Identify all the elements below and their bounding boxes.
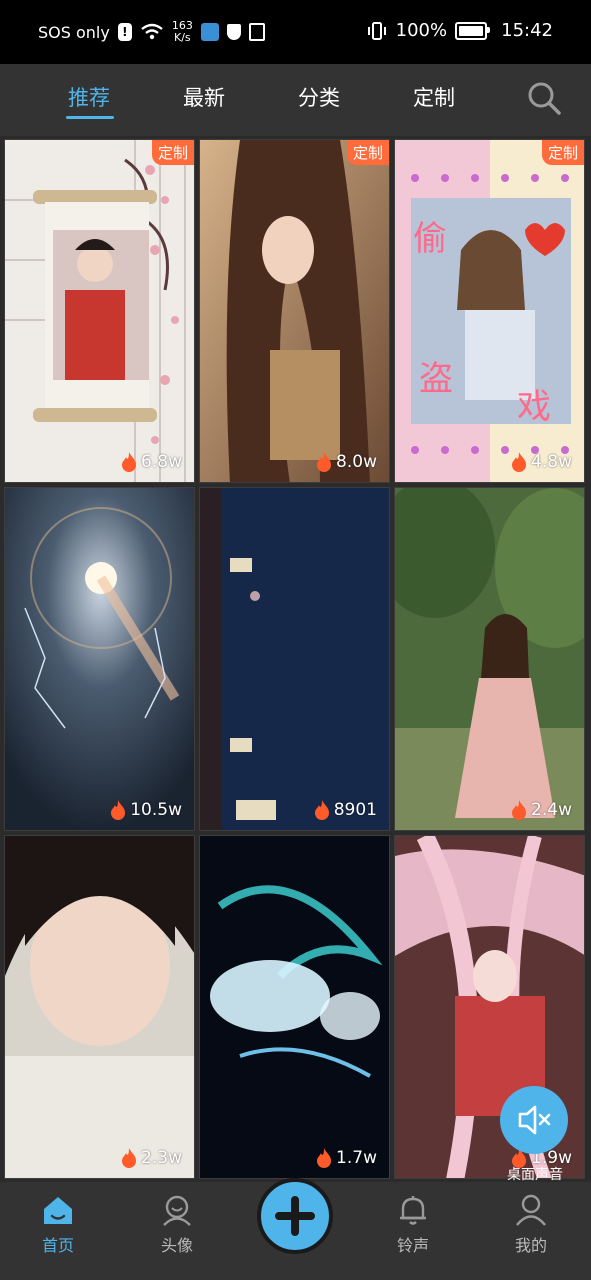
top-tab-bar: 推荐 最新 分类 定制: [0, 64, 591, 136]
nav-mine[interactable]: 我的: [491, 1194, 571, 1256]
flame-icon: [512, 800, 527, 820]
tab-recommend[interactable]: 推荐: [68, 82, 110, 112]
app-notification-icon: [200, 23, 219, 41]
wallpaper-grid: 定制 6.8w 定制 8.0w 偷 盗 戏 定制 4.8w 10.5w 8901…: [4, 139, 588, 1182]
nav-home[interactable]: 首页: [18, 1194, 98, 1256]
popularity-count: 10.5w: [110, 800, 182, 820]
battery-percent: 100%: [395, 20, 448, 41]
nav-home-label: 首页: [41, 1236, 74, 1255]
count-value: 4.8w: [531, 452, 572, 472]
wallpaper-thumbnail: [5, 836, 194, 1178]
nav-mine-label: 我的: [514, 1236, 547, 1255]
wifi-icon: [141, 23, 163, 40]
desktop-sound-button[interactable]: [500, 1086, 568, 1154]
user-icon: [516, 1194, 546, 1226]
wallpaper-card[interactable]: 定制 6.8w: [4, 139, 195, 483]
popularity-count: 2.3w: [121, 1148, 182, 1168]
flame-icon: [111, 800, 126, 820]
plus-icon: [275, 1196, 315, 1236]
speed-unit: K/s: [174, 31, 191, 44]
nav-ringtone-label: 铃声: [396, 1236, 429, 1255]
count-value: 1.7w: [336, 1148, 377, 1168]
wallpaper-card[interactable]: 定制 8.0w: [199, 139, 390, 483]
count-value: 2.3w: [141, 1148, 182, 1168]
custom-badge: 定制: [541, 140, 584, 165]
popularity-count: 4.8w: [511, 452, 572, 472]
custom-badge: 定制: [151, 140, 194, 165]
popularity-count: 6.8w: [121, 452, 182, 472]
upload-icon: [248, 23, 265, 41]
avatar-icon: [163, 1195, 191, 1226]
wallpaper-thumbnail: [200, 488, 389, 830]
home-icon: [44, 1197, 72, 1224]
active-tab-indicator: [66, 116, 114, 119]
clock: 15:42: [501, 20, 553, 41]
nav-ringtone[interactable]: 铃声: [373, 1194, 453, 1256]
popularity-count: 8.0w: [316, 452, 377, 472]
bell-icon: [400, 1196, 426, 1225]
mute-icon: [518, 1105, 551, 1135]
wallpaper-card[interactable]: 偷 盗 戏 定制 4.8w: [394, 139, 585, 483]
wallpaper-card[interactable]: 8901: [199, 487, 390, 831]
desktop-sound-label: 桌面声音: [507, 1167, 563, 1183]
network-speed: 163 K/s: [172, 20, 193, 44]
alert-icon: !: [117, 23, 132, 41]
nav-avatar-label: 头像: [160, 1236, 193, 1255]
flame-icon: [122, 1148, 137, 1168]
sticker-text: 戏: [517, 387, 551, 427]
sticker-text: 盗: [419, 359, 453, 399]
wallpaper-thumbnail: [5, 488, 194, 830]
shield-icon: [226, 24, 241, 40]
count-value: 8.0w: [336, 452, 377, 472]
count-value: 10.5w: [130, 800, 182, 820]
wallpaper-card[interactable]: 10.5w: [4, 487, 195, 831]
wallpaper-thumbnail: [395, 488, 584, 830]
battery-icon: [455, 21, 491, 40]
popularity-count: 8901: [314, 800, 377, 820]
status-bar: SOS only ! 163 K/s 100% 15:42: [0, 0, 591, 64]
flame-icon: [314, 800, 329, 820]
wallpaper-thumbnail: 偷 盗 戏: [395, 140, 584, 482]
flame-icon: [122, 452, 137, 472]
wallpaper-thumbnail: [5, 140, 194, 482]
carrier-text: SOS only: [38, 22, 110, 42]
count-value: 8901: [333, 800, 377, 820]
search-icon[interactable]: [526, 80, 562, 116]
tab-category[interactable]: 分类: [298, 82, 340, 112]
vibrate-icon: [367, 21, 386, 40]
nav-avatar[interactable]: 头像: [137, 1194, 217, 1256]
flame-icon: [317, 1148, 332, 1168]
wallpaper-thumbnail: [200, 140, 389, 482]
add-button[interactable]: [257, 1178, 333, 1254]
tab-latest[interactable]: 最新: [183, 82, 225, 112]
flame-icon: [512, 452, 527, 472]
sticker-text: 偷: [413, 219, 447, 259]
flame-icon: [317, 452, 332, 472]
count-value: 6.8w: [141, 452, 182, 472]
popularity-count: 2.4w: [511, 800, 572, 820]
wallpaper-card[interactable]: 2.4w: [394, 487, 585, 831]
count-value: 2.4w: [531, 800, 572, 820]
popularity-count: 1.7w: [316, 1148, 377, 1168]
wallpaper-thumbnail: [200, 836, 389, 1178]
wallpaper-card[interactable]: 2.3w: [4, 835, 195, 1179]
custom-badge: 定制: [346, 140, 389, 165]
wallpaper-card[interactable]: 1.7w: [199, 835, 390, 1179]
tab-custom[interactable]: 定制: [413, 82, 455, 112]
